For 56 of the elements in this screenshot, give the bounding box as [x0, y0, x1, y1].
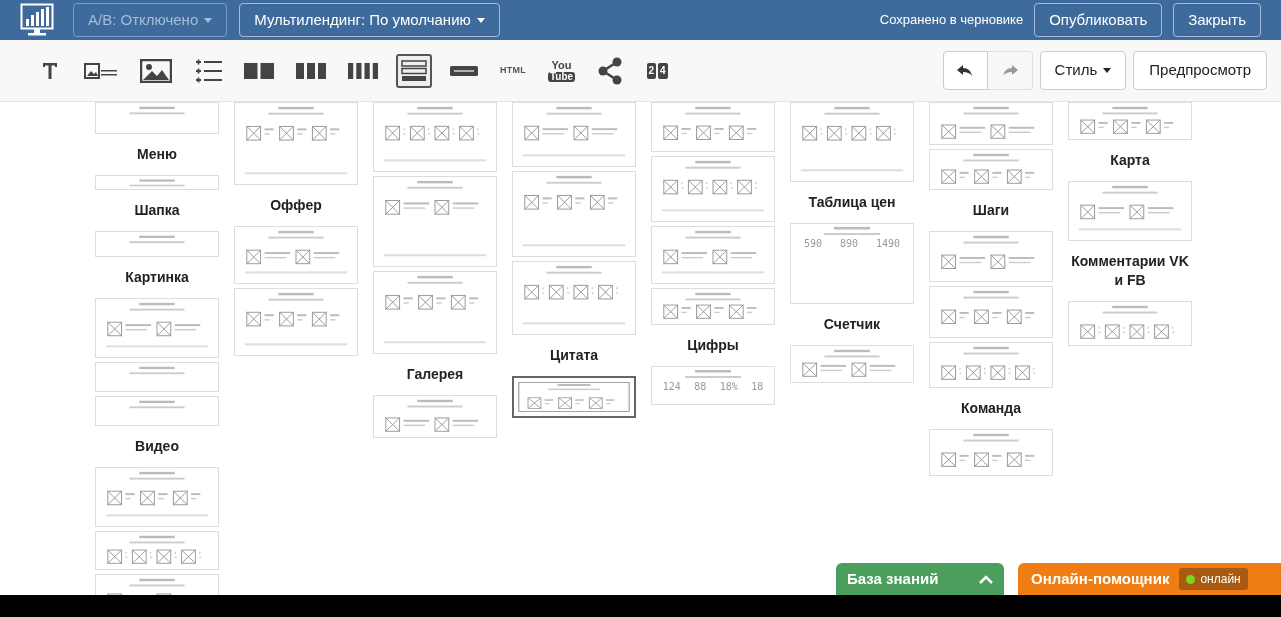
video-tool[interactable]: You Tube — [543, 53, 580, 88]
form-rows-icon — [400, 58, 428, 83]
section-label: Меню — [137, 145, 177, 164]
title-lines-icon — [685, 370, 741, 379]
section-label: Картинка — [125, 268, 189, 287]
caret-icon — [476, 17, 485, 23]
style-dropdown[interactable]: Стиль — [1039, 51, 1127, 90]
list-icon — [194, 58, 222, 83]
number-label: 18 — [751, 382, 764, 392]
status-text: онлайн — [1200, 571, 1241, 588]
image-icon — [140, 58, 172, 83]
share-icon — [597, 56, 624, 85]
image-text-icon — [84, 62, 118, 79]
section-label: Галерея — [406, 365, 464, 384]
redo-icon — [1001, 64, 1018, 77]
number-label: 18% — [719, 382, 738, 392]
form-tool[interactable] — [396, 53, 432, 88]
template-thumbnail[interactable]: 124 88 18% 18 — [651, 366, 775, 405]
number-label: 124 — [662, 382, 681, 392]
chart-monitor-icon — [20, 3, 54, 37]
columns-icon — [348, 62, 378, 79]
knowledge-base-tab[interactable]: База знаний — [836, 563, 1004, 595]
number-label: 590 — [803, 239, 822, 249]
undo-button[interactable] — [942, 51, 988, 90]
caret-icon — [1103, 68, 1112, 73]
section-label: Карта — [1110, 151, 1150, 170]
number-label: 890 — [839, 239, 858, 249]
counter-tool[interactable]: 2 4 — [641, 53, 674, 88]
section-label: Видео — [135, 437, 179, 456]
title-lines-icon — [824, 227, 880, 236]
section-label: Цитата — [549, 346, 599, 365]
html-tool[interactable]: HTML — [496, 53, 530, 88]
section-label: Счетчик — [823, 315, 881, 334]
number-label: 88 — [694, 382, 707, 392]
section-label: Комментарии VK и FB — [1070, 252, 1190, 290]
section-label: Цифры — [687, 336, 739, 355]
multilanding-dropdown[interactable]: Мультилендинг: По умолчанию — [239, 3, 500, 37]
number-label: 1490 — [875, 239, 900, 249]
columns-icon — [244, 62, 274, 79]
section-label: Таблица цен — [808, 193, 896, 212]
chevron-up-icon — [979, 574, 993, 584]
columns-icon — [296, 62, 326, 79]
section-label: Шапка — [134, 201, 180, 220]
template-thumbnail[interactable]: 590 890 1490 — [790, 223, 914, 304]
save-status: Сохранено в черновике — [879, 11, 1024, 30]
text-icon — [42, 61, 58, 80]
undo-icon — [957, 64, 974, 77]
template-thumbnail[interactable] — [512, 376, 636, 418]
online-assistant-tab[interactable]: Онлайн-помощник онлайн — [1018, 563, 1281, 595]
section-label: Шаги — [972, 201, 1010, 220]
caret-icon — [204, 17, 213, 23]
section-label: Команда — [961, 399, 1021, 418]
publish-button[interactable]: Опубликовать — [1034, 3, 1163, 37]
close-button[interactable]: Закрыть — [1173, 3, 1261, 37]
preview-button[interactable]: Предпросмотр — [1133, 51, 1267, 90]
section-label: Оффер — [270, 196, 322, 215]
